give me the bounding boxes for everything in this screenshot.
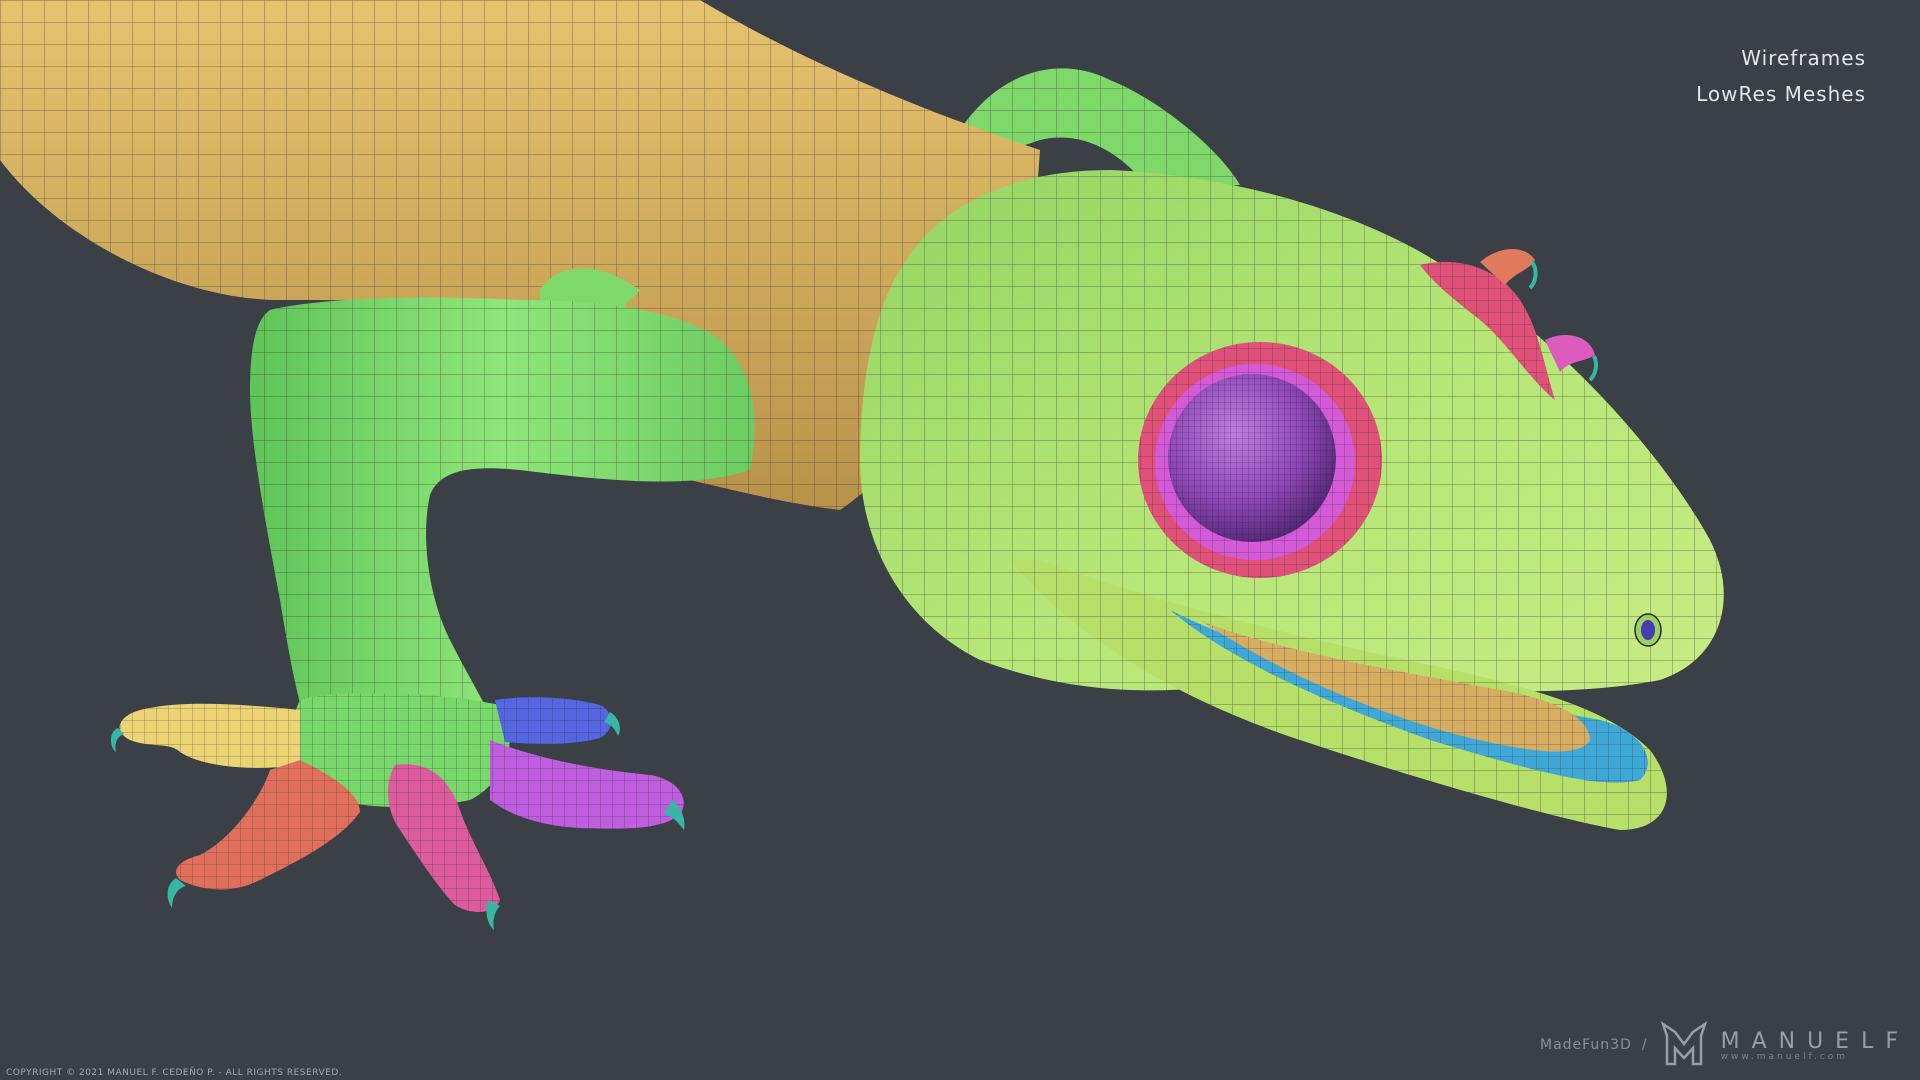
toe-yellow	[111, 703, 300, 768]
credit-block: MadeFun3D / MANUELF www.manuelf.com	[1540, 1018, 1910, 1072]
nostril	[1634, 613, 1662, 647]
overlay-title-wireframes: Wireframes	[1741, 46, 1866, 70]
overlay-title-lowres: LowRes Meshes	[1696, 82, 1866, 106]
toe-red	[167, 760, 360, 908]
toe-purple	[490, 740, 685, 830]
gecko-render	[0, 0, 1724, 930]
brand-url: www.manuelf.com	[1720, 1051, 1849, 1062]
manuelf-logo-icon	[1660, 1020, 1707, 1066]
copyright-notice: COPYRIGHT © 2021 MANUEL F. CEDEÑO P. - A…	[6, 1068, 343, 1078]
front-leg	[250, 297, 755, 807]
credit-separator: /	[1641, 1037, 1647, 1053]
brand-name: MANUELF	[1720, 1028, 1910, 1054]
gecko-eye	[1138, 342, 1382, 578]
madefun-label: MadeFun3D	[1539, 1037, 1632, 1053]
credit-brand: MANUELF www.manuelf.com	[1721, 1029, 1910, 1062]
toe-blue	[495, 697, 620, 744]
